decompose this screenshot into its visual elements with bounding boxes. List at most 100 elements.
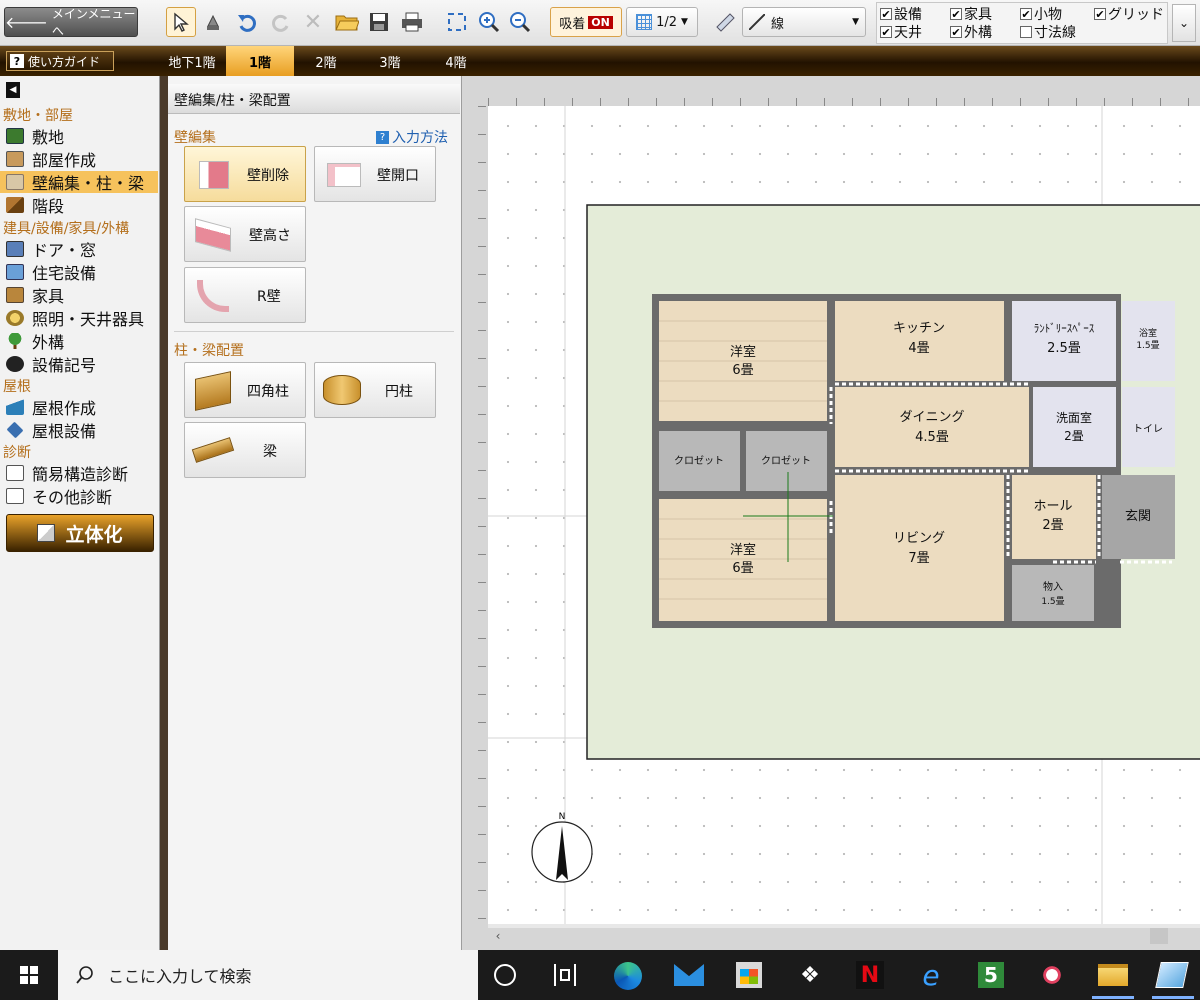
save-icon[interactable]: [364, 7, 394, 37]
check-accessories[interactable]: ✔ 小物: [1020, 4, 1062, 24]
room-living: [835, 475, 1004, 621]
check-dimension-lines[interactable]: 寸法線: [1020, 22, 1076, 42]
dropbox-icon[interactable]: ❖: [796, 962, 824, 988]
open-folder-icon[interactable]: [332, 7, 362, 37]
print-icon[interactable]: [397, 7, 427, 37]
sidebar-item-lighting[interactable]: 照明・天井器具: [0, 307, 158, 329]
file-explorer-icon[interactable]: [1098, 964, 1128, 986]
line-type-dropdown[interactable]: 線 ▼: [742, 7, 866, 37]
windows-start-icon[interactable]: [0, 950, 58, 1000]
check-grid[interactable]: ✔ グリッド: [1094, 4, 1164, 24]
sidebar-item-stairs[interactable]: 階段: [0, 194, 158, 216]
room-label: キッチン: [893, 321, 945, 336]
toolbar: 🡐 メインメニューへ ✕ 吸着 ON 1/2 ▼ 線 ▼ ✔ 設備 ✔ 家具 ✔ 小物 ✔ グ…: [0, 0, 1200, 46]
room-label: トイレ: [1133, 424, 1163, 435]
sidebar-item-structural-diagnosis[interactable]: 簡易構造診断: [0, 462, 158, 484]
delete-wall-button[interactable]: 壁削除: [184, 146, 306, 202]
beam-icon: [191, 437, 235, 463]
room-label: クロゼット: [761, 455, 811, 467]
fit-view-icon[interactable]: [442, 7, 472, 37]
room-label: ﾗﾝﾄﾞﾘｰｽﾍﾟｰｽ: [1034, 322, 1095, 335]
sidebar-item-roof-equipment[interactable]: 屋根設備: [0, 419, 158, 441]
ruler-icon[interactable]: [710, 7, 740, 37]
select-pointer-icon[interactable]: [166, 7, 196, 37]
mail-icon[interactable]: [674, 964, 704, 986]
expand-options-button[interactable]: ⌄: [1172, 4, 1196, 42]
section-fixtures: 建具/設備/家具/外構: [3, 221, 130, 237]
zoom-out-icon[interactable]: [505, 7, 535, 37]
tab-basement-1[interactable]: 地下1階: [158, 46, 226, 76]
sidebar-item-site[interactable]: 敷地: [0, 125, 158, 147]
sidebar-item-wall-edit[interactable]: 壁編集・柱・梁: [0, 171, 158, 193]
sidebar-item-housing-equipment[interactable]: 住宅設備: [0, 261, 158, 283]
scroll-left-button[interactable]: ‹: [488, 928, 508, 944]
square-column-button[interactable]: 四角柱: [184, 362, 306, 418]
round-column-icon: [323, 375, 361, 405]
snap-toggle[interactable]: 吸着 ON: [550, 7, 622, 37]
sidebar-item-exterior[interactable]: 外構: [0, 330, 158, 352]
sidebar: ◀ 敷地・部屋 敷地 部屋作成 壁編集・柱・梁 階段 建具/設備/家具/外構 ド…: [0, 76, 160, 950]
windows-taskbar: ここに入力して検索 ❖ N e 5: [0, 950, 1200, 1000]
collapse-sidebar-button[interactable]: ◀: [6, 82, 20, 98]
floor-plan-canvas[interactable]: 洋室 6畳 キッチン 4畳 ﾗﾝﾄﾞﾘｰｽﾍﾟｰｽ 2.5畳 浴室 1.5畳 ダイニング…: [488, 106, 1200, 928]
internet-explorer-icon[interactable]: e: [916, 959, 946, 992]
room-size: 6畳: [732, 363, 753, 378]
dropdown-arrow-icon: ▼: [852, 17, 859, 27]
input-method-link[interactable]: ? 入力方法: [376, 127, 448, 147]
main-menu-button[interactable]: 🡐 メインメニューへ: [4, 7, 138, 38]
wall-height-button[interactable]: 壁高さ: [184, 206, 306, 262]
svg-text:N: N: [559, 812, 566, 822]
taskbar-search-box[interactable]: ここに入力して検索: [58, 950, 478, 1000]
pan-tool-icon[interactable]: [198, 7, 228, 37]
wall-opening-button[interactable]: 壁開口: [314, 146, 436, 202]
store-icon[interactable]: [736, 962, 762, 988]
zoom-in-icon[interactable]: [474, 7, 504, 37]
task-view-icon[interactable]: [554, 964, 576, 986]
sidebar-item-doors-windows[interactable]: ドア・窓: [0, 238, 158, 260]
curved-wall-button[interactable]: R壁: [184, 267, 306, 323]
tab-floor-4[interactable]: 4階: [422, 46, 490, 76]
usage-guide-button[interactable]: ? 使い方ガイド: [6, 51, 114, 71]
section-diagnosis: 診断: [3, 445, 31, 461]
roof-icon: [6, 399, 24, 415]
room-label: 洋室: [730, 542, 756, 558]
line-icon: [749, 14, 765, 30]
app-5-icon[interactable]: 5: [978, 962, 1004, 988]
madori-app-icon[interactable]: [1155, 962, 1189, 988]
check-ceiling[interactable]: ✔ 天井: [880, 22, 922, 42]
tab-floor-2[interactable]: 2階: [294, 46, 358, 76]
edge-icon[interactable]: [614, 962, 642, 990]
netflix-icon[interactable]: N: [856, 961, 884, 989]
room-label: リビング: [893, 531, 945, 546]
check-exterior[interactable]: ✔ 外構: [950, 22, 992, 42]
check-furniture[interactable]: ✔ 家具: [950, 4, 992, 24]
delete-icon[interactable]: ✕: [298, 7, 328, 37]
room-size: 1.5畳: [1136, 340, 1159, 351]
sidebar-item-equipment-symbols[interactable]: 設備記号: [0, 353, 158, 375]
scrollbar-thumb[interactable]: [1150, 928, 1168, 944]
render-3d-button[interactable]: 立体化: [6, 514, 154, 552]
taskbar-active-indicator: [1152, 996, 1194, 999]
cortana-icon[interactable]: [494, 964, 516, 986]
sidebar-item-other-diagnosis[interactable]: その他診断: [0, 485, 158, 507]
undo-icon[interactable]: [232, 7, 262, 37]
room-hall: [1012, 475, 1096, 559]
beam-button[interactable]: 梁: [184, 422, 306, 478]
sidebar-item-create-room[interactable]: 部屋作成: [0, 148, 158, 170]
snipping-tool-icon[interactable]: [1038, 962, 1066, 988]
grid-ratio-dropdown[interactable]: 1/2 ▼: [626, 7, 698, 37]
furniture-icon: [6, 287, 24, 303]
exterior-tree-icon: [6, 333, 24, 349]
sidebar-item-furniture[interactable]: 家具: [0, 284, 158, 306]
tab-floor-3[interactable]: 3階: [358, 46, 422, 76]
sidebar-item-create-roof[interactable]: 屋根作成: [0, 396, 158, 418]
room-label: 洋室: [730, 344, 756, 360]
horizontal-scrollbar[interactable]: [488, 924, 1200, 928]
redo-icon[interactable]: [266, 7, 296, 37]
stairs-icon: [6, 197, 24, 213]
column-section-label: 柱・梁配置: [174, 343, 244, 359]
floor-tab-bar: ? 使い方ガイド 地下1階 1階 2階 3階 4階: [0, 46, 1200, 76]
round-column-button[interactable]: 円柱: [314, 362, 436, 418]
tab-floor-1[interactable]: 1階: [226, 46, 294, 76]
check-equipment[interactable]: ✔ 設備: [880, 4, 922, 24]
